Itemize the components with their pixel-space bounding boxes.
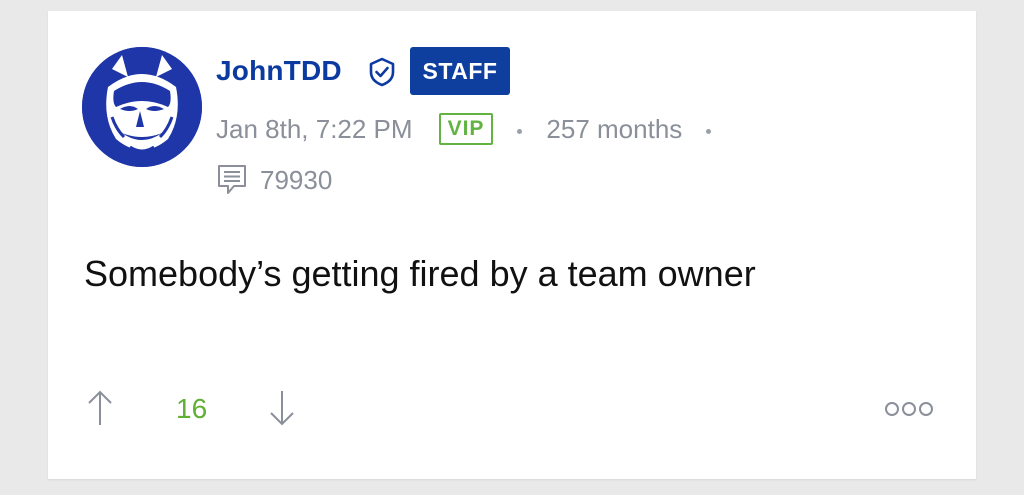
avatar[interactable] (82, 47, 202, 167)
post-meta: Jan 8th, 7:22 PM VIP 257 months (216, 111, 735, 147)
more-options-icon[interactable] (884, 399, 934, 419)
post-actions: 16 (84, 387, 944, 431)
arrow-up-icon[interactable] (86, 389, 114, 427)
vip-badge: VIP (438, 113, 494, 145)
separator-dot (706, 128, 712, 134)
comment-icon (218, 165, 246, 194)
separator-dot (517, 128, 523, 134)
post-count: 79930 (216, 163, 332, 197)
avatar-image (82, 47, 202, 167)
author-username[interactable]: JohnTDD (216, 55, 342, 87)
shield-check-icon (369, 57, 395, 87)
member-tenure: 257 months (546, 113, 683, 144)
post-card: JohnTDD STAFF Jan 8th, 7:22 PM VIP 257 m… (48, 11, 976, 479)
post-count-value: 79930 (260, 164, 333, 195)
arrow-down-icon[interactable] (268, 389, 296, 427)
staff-badge: STAFF (410, 47, 510, 95)
post-timestamp: Jan 8th, 7:22 PM (216, 113, 413, 144)
post-body: Somebody’s getting fired by a team owner (84, 253, 756, 294)
vote-score: 16 (176, 393, 208, 424)
